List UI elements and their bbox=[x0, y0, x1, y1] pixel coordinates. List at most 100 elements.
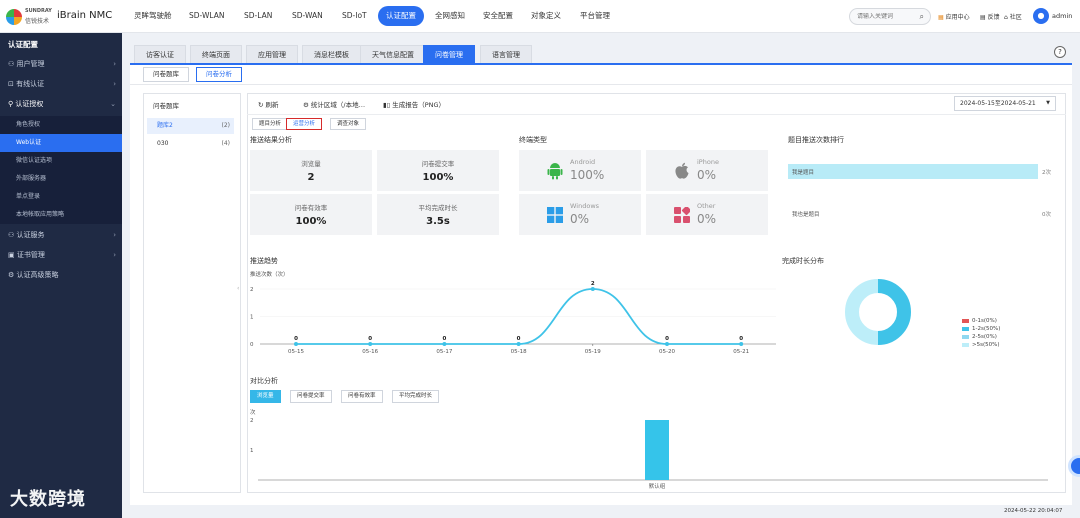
sidebar-item-local-policy[interactable]: 本地帐取应用策略 bbox=[0, 206, 122, 224]
sidebar-item-user-management[interactable]: ⚇ 用户管理 › bbox=[0, 55, 122, 74]
nav-auth-config[interactable]: 认证配置 bbox=[378, 6, 424, 26]
tab-message-template[interactable]: 消息栏模板 bbox=[302, 45, 361, 64]
sidebar-item-external-server[interactable]: 外部服务器 bbox=[0, 170, 122, 188]
stat-submit-rate: 问卷提交率 100% bbox=[377, 150, 499, 191]
nav-sd-iot[interactable]: SD-IoT bbox=[334, 6, 375, 26]
tab-weather-config[interactable]: 天气信息配置 bbox=[360, 45, 426, 64]
compare-submit-rate-button[interactable]: 问卷提交率 bbox=[290, 390, 332, 403]
tab-survey-subjects[interactable]: 调查对象 bbox=[330, 118, 367, 130]
nav-security-config[interactable]: 安全配置 bbox=[475, 6, 521, 26]
tab-guest-auth[interactable]: 访客认证 bbox=[134, 45, 186, 64]
rank-count: 0次 bbox=[1042, 212, 1051, 218]
nav-platform-management[interactable]: 平台管理 bbox=[572, 6, 618, 26]
brand-logo-icon bbox=[6, 9, 22, 25]
chevron-right-icon: › bbox=[113, 231, 116, 239]
nav-cockpit[interactable]: 灵眸驾驶舱 bbox=[126, 6, 180, 26]
terminal-other: Other 0% bbox=[646, 194, 768, 235]
x-tick-label: 05-15 bbox=[288, 349, 304, 355]
tab-survey-management[interactable]: 问卷管理 bbox=[423, 45, 475, 64]
user-icon: ⚇ bbox=[8, 60, 15, 68]
community-button[interactable]: ⌂ 社区 bbox=[1004, 12, 1022, 21]
subtab-question-bank[interactable]: 问卷题库 bbox=[143, 67, 189, 82]
nav-network-awareness[interactable]: 全网感知 bbox=[427, 6, 473, 26]
nav-object-definition[interactable]: 对象定义 bbox=[523, 6, 569, 26]
legend-swatch bbox=[962, 334, 969, 339]
tab-language-management[interactable]: 语言管理 bbox=[480, 45, 532, 64]
community-icon: ⌂ bbox=[1004, 14, 1008, 21]
brand-name-cn: 信锐技术 bbox=[25, 18, 50, 25]
legend-swatch bbox=[962, 326, 969, 331]
search-box[interactable]: ⌕ bbox=[849, 8, 931, 25]
compare-views-button[interactable]: 浏览量 bbox=[250, 390, 281, 403]
sidebar-item-web-auth[interactable]: Web认证 bbox=[0, 134, 122, 152]
trend-point[interactable] bbox=[368, 342, 373, 346]
grid-icon: ▦ bbox=[938, 14, 944, 21]
certificate-icon: ▣ bbox=[8, 251, 15, 259]
trend-point[interactable] bbox=[442, 342, 447, 346]
caret-down-icon: ▼ bbox=[1046, 100, 1050, 106]
sidebar-item-wechat-auth-options[interactable]: 微信认证选项 bbox=[0, 152, 122, 170]
legend-swatch bbox=[962, 342, 969, 347]
search-input[interactable] bbox=[857, 13, 917, 20]
compare-valid-rate-button[interactable]: 问卷有效率 bbox=[341, 390, 383, 403]
nav-sd-wan[interactable]: SD-WAN bbox=[284, 6, 331, 26]
sidebar-item-auth-service[interactable]: ⚇ 认证服务 › bbox=[0, 226, 122, 245]
x-tick-label: 05-19 bbox=[585, 349, 601, 355]
windows-icon bbox=[547, 207, 563, 223]
tab-app-management[interactable]: 应用管理 bbox=[246, 45, 298, 64]
sidebar-item-auth-authorization[interactable]: ⚲ 认证授权 ⌄ bbox=[0, 95, 122, 114]
trend-title: 推送趋势 bbox=[250, 257, 278, 265]
tab-question-analysis[interactable]: 题目分析 bbox=[252, 118, 289, 130]
bar[interactable] bbox=[645, 420, 669, 480]
help-icon[interactable]: ? bbox=[1054, 46, 1066, 58]
generate-report-button[interactable]: ▮▯ 生成报告（PNG） bbox=[383, 99, 445, 109]
refresh-button[interactable]: ↻ 刷新 bbox=[258, 99, 279, 109]
avatar[interactable]: ● bbox=[1033, 8, 1049, 24]
search-icon[interactable]: ⌕ bbox=[920, 12, 924, 22]
nav-sd-wlan[interactable]: SD-WLAN bbox=[181, 6, 232, 26]
legend-item: >5s(50%) bbox=[962, 342, 1000, 348]
y-tick-label: 0 bbox=[250, 342, 254, 348]
trend-ylabel: 推送次数（次） bbox=[250, 272, 289, 278]
y-tick-label: 2 bbox=[250, 287, 254, 293]
data-label: 0 bbox=[739, 336, 743, 342]
username[interactable]: admin bbox=[1052, 12, 1072, 20]
compare-avg-duration-button[interactable]: 平均完成时长 bbox=[392, 390, 440, 403]
rank-title: 题目推送次数排行 bbox=[788, 136, 844, 144]
date-range-picker[interactable]: 2024-05-15至2024-05-21 ▼ bbox=[954, 96, 1056, 111]
trend-point[interactable] bbox=[665, 342, 669, 346]
product-name: iBrain NMC bbox=[57, 10, 113, 21]
sidebar-item-sso[interactable]: 单点登录 bbox=[0, 188, 122, 206]
trend-point[interactable] bbox=[516, 342, 521, 346]
stat-area-button[interactable]: ⚙ 统计区域（/本地… bbox=[303, 99, 365, 109]
service-icon: ⚇ bbox=[8, 231, 15, 239]
sidebar-item-advanced-policy[interactable]: ⚙ 认证高级策略 bbox=[0, 266, 122, 285]
other-icon bbox=[674, 207, 690, 223]
refresh-icon: ↻ bbox=[258, 101, 264, 109]
app-center-button[interactable]: ▦ 应用中心 bbox=[938, 12, 970, 21]
tab-operation-analysis[interactable]: 运营分析 bbox=[286, 118, 323, 130]
collapse-handle[interactable]: ‹ bbox=[237, 285, 239, 292]
y-tick-label: 1 bbox=[250, 315, 254, 321]
chevron-right-icon: › bbox=[113, 80, 116, 88]
android-icon bbox=[547, 163, 563, 180]
tab-terminal-page[interactable]: 终端页面 bbox=[190, 45, 242, 64]
brand-name: SUNDRAY bbox=[25, 8, 52, 14]
trend-point[interactable] bbox=[739, 342, 744, 346]
sidebar-item-role-authorization[interactable]: 角色授权 bbox=[0, 116, 122, 134]
subtab-survey-analysis[interactable]: 问卷分析 bbox=[196, 67, 242, 82]
chevron-right-icon: › bbox=[113, 60, 116, 68]
legend-item: 2-5s(0%) bbox=[962, 334, 997, 340]
rank-label: 我是题目 bbox=[792, 170, 815, 176]
feedback-button[interactable]: ▤ 反馈 bbox=[980, 12, 1000, 21]
list-item-bank2[interactable]: 题库2 (2) bbox=[147, 118, 234, 134]
trend-chart: 0 1 2 0 05-15 0 05-16 0 05-17 0 05-18 2 05-19 0 05-20 0… bbox=[250, 281, 776, 355]
sidebar-item-wired-auth[interactable]: ⊡ 有线认证 › bbox=[0, 75, 122, 94]
sidebar-item-certificate[interactable]: ▣ 证书管理 › bbox=[0, 246, 122, 265]
terminal-iphone: iPhone 0% bbox=[646, 150, 768, 191]
list-item-030[interactable]: 030 (4) bbox=[147, 136, 234, 152]
nav-sd-lan[interactable]: SD-LAN bbox=[236, 6, 280, 26]
trend-point[interactable] bbox=[294, 342, 298, 346]
trend-point[interactable] bbox=[590, 287, 595, 291]
apple-icon bbox=[675, 162, 689, 179]
